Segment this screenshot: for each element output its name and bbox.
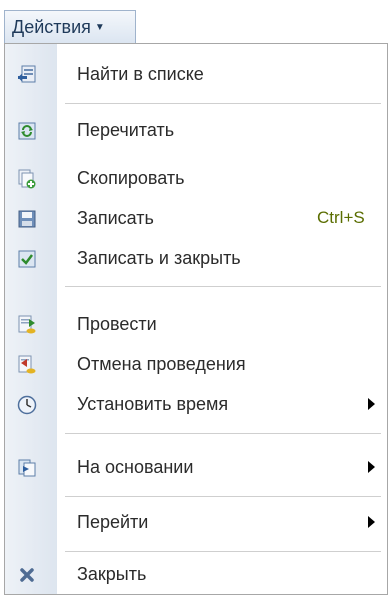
menu-item-close[interactable]: Закрыть xyxy=(5,556,387,592)
actions-menu-label: Действия xyxy=(12,17,91,37)
menu-item-save-and-close[interactable]: Записать и закрыть xyxy=(5,240,387,276)
post-icon xyxy=(17,315,37,335)
save-close-icon xyxy=(17,249,37,269)
menu-item-shortcut: Ctrl+S xyxy=(317,208,365,227)
menu-item-label: Скопировать xyxy=(77,168,185,188)
menu-item-label: Установить время xyxy=(77,394,229,414)
clock-icon xyxy=(17,395,37,415)
reread-icon xyxy=(17,121,37,141)
menu-item-label: Записать xyxy=(77,208,154,228)
menu-item-reread[interactable]: Перечитать xyxy=(5,112,387,148)
menu-item-go-to[interactable]: Перейти xyxy=(5,504,387,540)
menu-separator xyxy=(65,103,381,104)
menu-item-set-time[interactable]: Установить время xyxy=(5,386,387,422)
copy-icon xyxy=(17,169,37,189)
menu-item-post[interactable]: Провести xyxy=(5,306,387,342)
save-icon xyxy=(17,209,37,229)
unpost-icon xyxy=(17,355,37,375)
menu-item-label: Перечитать xyxy=(77,120,175,140)
menu-separator xyxy=(65,496,381,497)
submenu-arrow-icon xyxy=(368,461,375,473)
menu-item-label: Записать и закрыть xyxy=(77,248,241,268)
menu-item-label: На основании xyxy=(77,457,194,477)
menu-item-label: Отмена проведения xyxy=(77,354,246,374)
based-on-icon xyxy=(17,458,37,478)
submenu-arrow-icon xyxy=(368,516,375,528)
submenu-arrow-icon xyxy=(368,398,375,410)
find-in-list-icon xyxy=(17,65,37,85)
menu-item-save[interactable]: Записать Ctrl+S xyxy=(5,200,387,236)
menu-item-copy[interactable]: Скопировать xyxy=(5,160,387,196)
menu-item-label: Закрыть xyxy=(77,564,147,584)
actions-dropdown-menu: Найти в списке Перечитать Скопировать За… xyxy=(4,43,388,595)
menu-separator xyxy=(65,433,381,434)
menu-item-label: Провести xyxy=(77,314,157,334)
menu-separator xyxy=(65,286,381,287)
dropdown-arrow-icon: ▼ xyxy=(94,22,105,33)
close-icon xyxy=(17,565,37,585)
menu-item-find-in-list[interactable]: Найти в списке xyxy=(5,56,387,92)
actions-menu-button[interactable]: Действия ▼ xyxy=(4,10,136,44)
menu-item-label: Перейти xyxy=(77,512,149,532)
menu-item-label: Найти в списке xyxy=(77,64,204,84)
menu-item-based-on[interactable]: На основании xyxy=(5,449,387,485)
menu-item-cancel-posting[interactable]: Отмена проведения xyxy=(5,346,387,382)
menu-separator xyxy=(65,551,381,552)
